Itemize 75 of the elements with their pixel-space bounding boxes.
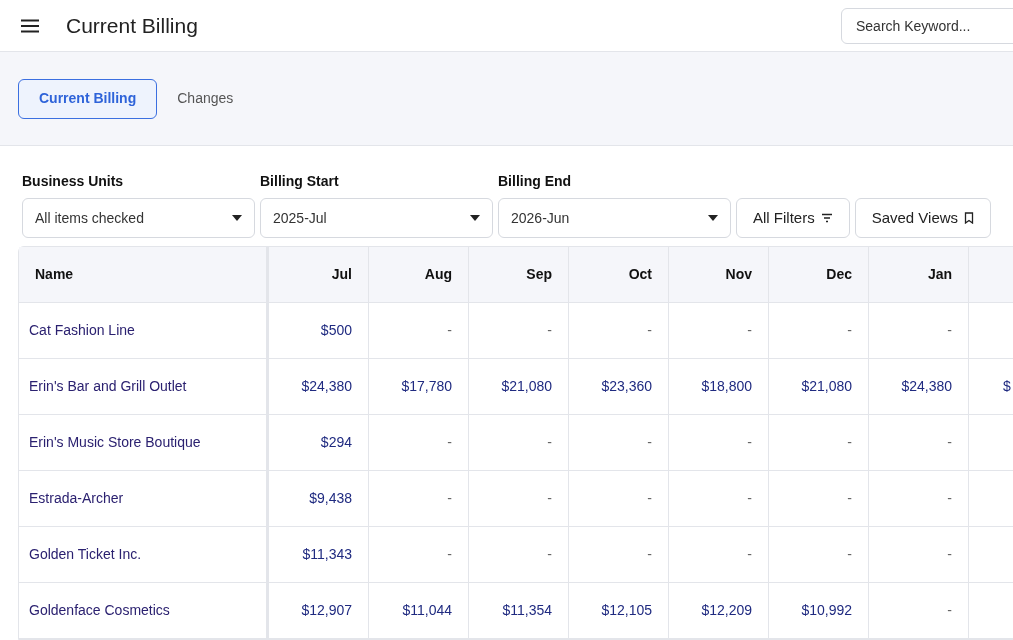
column-header: Jul: [331, 265, 352, 284]
tab[interactable]: Changes: [161, 78, 250, 119]
table-cell-text: $12,209: [701, 601, 752, 620]
table-cell-text: $24,380: [901, 377, 952, 396]
table-cell-text: -: [547, 545, 552, 564]
table-cell-text: -: [847, 321, 852, 340]
dropdown[interactable]: 2026-Jun: [498, 198, 731, 238]
dropdown[interactable]: All items checked: [22, 198, 255, 238]
caret-icon: [470, 215, 480, 221]
row-name[interactable]: Erin's Music Store Boutique: [29, 432, 201, 453]
table-cell-text: $294: [320, 433, 352, 452]
table-cell-text: $9,438: [309, 489, 352, 508]
table-cell-text: -: [847, 489, 852, 508]
table-cell-text: -: [447, 433, 452, 452]
menu-icon[interactable]: [21, 18, 39, 33]
column-header: Nov: [725, 265, 752, 284]
table-cell-text: $12,105: [601, 601, 652, 620]
table-cell-text: -: [947, 545, 952, 564]
caret-icon: [708, 215, 718, 221]
row-name[interactable]: Goldenface Cosmetics: [29, 600, 170, 621]
row-name[interactable]: Erin's Bar and Grill Outlet: [29, 376, 187, 397]
table-cell-text: -: [447, 489, 452, 508]
page-title: Current Billing: [66, 12, 198, 39]
table-cell-text: -: [747, 433, 752, 452]
table-cell-text: $: [1003, 377, 1011, 396]
caret-icon: [232, 215, 242, 221]
tab[interactable]: Current Billing: [18, 78, 158, 119]
table-cell-text: $21,080: [801, 377, 852, 396]
table-cell-text: -: [647, 489, 652, 508]
table-cell-text: -: [947, 321, 952, 340]
column-header: Dec: [826, 265, 852, 284]
table-cell-text: $11,343: [302, 545, 352, 564]
column-header: Sep: [526, 265, 552, 284]
dropdown[interactable]: 2025-Jul: [260, 198, 493, 238]
row-name[interactable]: Cat Fashion Line: [29, 320, 135, 341]
table-cell-text: $12,907: [301, 601, 352, 620]
row-name[interactable]: Golden Ticket Inc.: [29, 544, 142, 565]
table-cell-text: -: [547, 433, 552, 452]
search-field[interactable]: Search Keyword...: [841, 7, 1013, 44]
table-cell-text: $11,354: [502, 601, 552, 620]
table-cell-text: -: [547, 321, 552, 340]
column-header: Oct: [628, 265, 652, 284]
table-cell-text: -: [647, 321, 652, 340]
table-cell-text: -: [847, 545, 852, 564]
filter-label: Billing End: [498, 172, 573, 191]
table-cell-text: -: [947, 433, 952, 452]
filter-label: Business Units: [22, 172, 125, 191]
table-cell-text: $500: [320, 321, 352, 340]
table-cell-text: $18,800: [701, 377, 752, 396]
table-cell-text: $10,992: [801, 601, 852, 620]
column-header: Aug: [424, 265, 452, 284]
table-cell-text: -: [647, 433, 652, 452]
filters-button[interactable]: All Filters: [736, 198, 850, 238]
table-cell-text: -: [647, 545, 652, 564]
table-cell-text: -: [747, 545, 752, 564]
bookmark-icon: [964, 212, 975, 224]
table-cell-text: $17,780: [401, 377, 452, 396]
table-cell-text: $11,044: [402, 601, 452, 620]
table-cell-text: $24,380: [301, 377, 352, 396]
table-cell-text: -: [547, 489, 552, 508]
table-cell-text: -: [947, 489, 952, 508]
table-cell-text: $21,080: [501, 377, 552, 396]
column-header: Name: [35, 265, 74, 284]
table-cell-text: -: [447, 321, 452, 340]
table-cell-text: -: [747, 321, 752, 340]
filter-icon: [820, 213, 833, 223]
table-cell-text: -: [747, 489, 752, 508]
table-cell-text: -: [947, 601, 952, 620]
table-cell-text: -: [447, 545, 452, 564]
table-cell-text: -: [847, 433, 852, 452]
row-name[interactable]: Estrada-Archer: [29, 488, 124, 509]
filter-label: Billing Start: [260, 172, 340, 191]
column-header: Jan: [927, 265, 952, 284]
table-cell-text: $23,360: [601, 377, 652, 396]
saved-views-button[interactable]: Saved Views: [854, 198, 992, 238]
